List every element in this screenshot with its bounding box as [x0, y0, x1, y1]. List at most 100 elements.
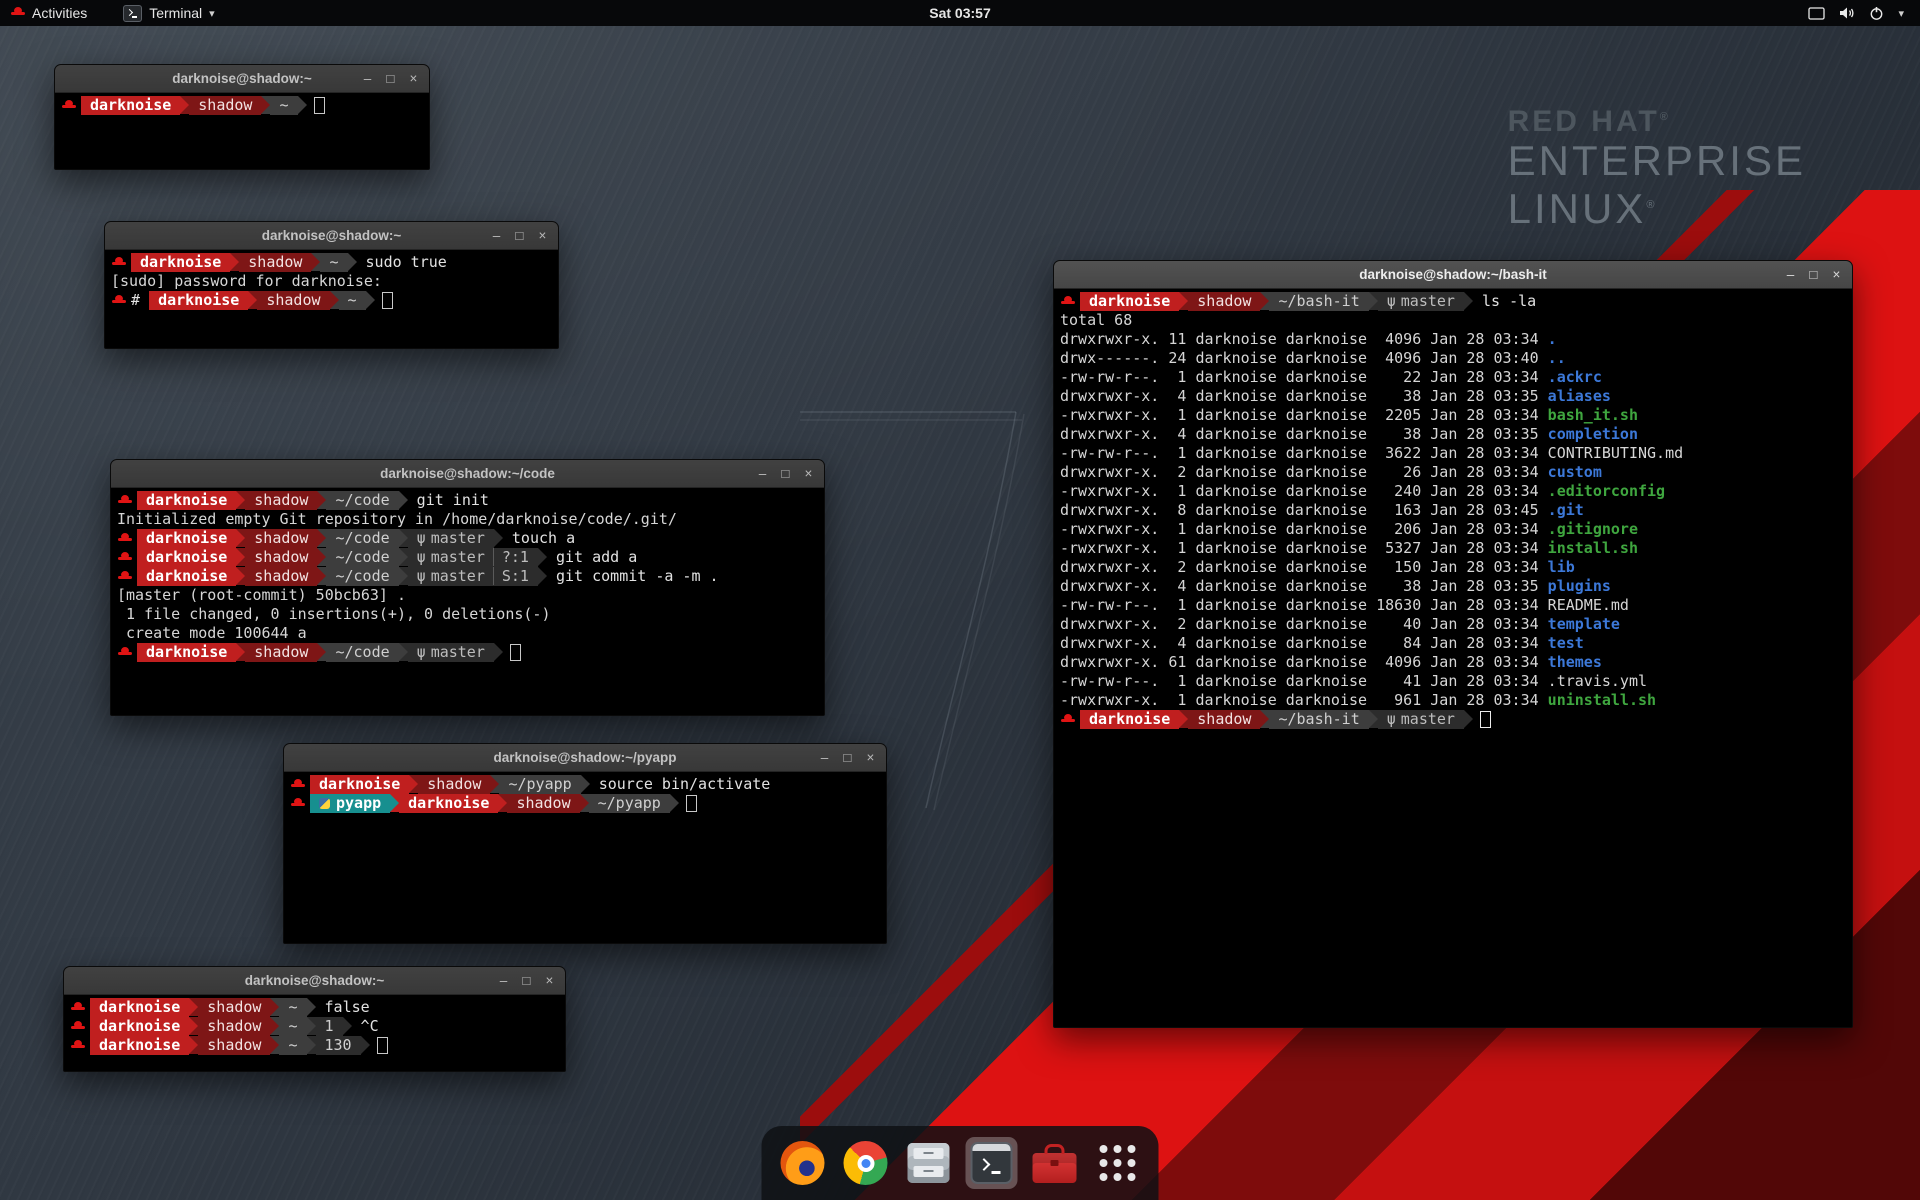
window-maximize-button[interactable]: □ [777, 465, 794, 482]
ls-meta: drwxrwxr-x. 8 darknoise darknoise 163 Ja… [1060, 501, 1548, 519]
powerline-arrow-icon [270, 1036, 279, 1054]
prompt-segment-code: 130 [316, 1036, 361, 1055]
ls-output-line: drwx------. 24 darknoise darknoise 4096 … [1060, 349, 1846, 368]
terminal-cursor [314, 97, 325, 114]
redhat-prompt-icon [290, 775, 306, 794]
window-title: darknoise@shadow:~ [262, 228, 402, 243]
prompt-segment-path: ~ [339, 291, 366, 310]
python-icon [319, 798, 330, 809]
terminal-cursor [1480, 711, 1491, 728]
window-titlebar[interactable]: darknoise@shadow:~ –□ × [105, 222, 558, 250]
powerline-arrow-icon [490, 775, 499, 793]
window-close-button[interactable]: × [405, 70, 422, 87]
toolbox-icon [1033, 1153, 1077, 1183]
terminal-prompt-line: darknoiseshadow~/code git init [117, 491, 818, 510]
prompt-segment-path: ~ [270, 96, 297, 115]
window-close-button[interactable]: × [862, 749, 879, 766]
window-maximize-button[interactable]: □ [511, 227, 528, 244]
terminal-window: darknoise@shadow:~/code–□×darknoiseshado… [110, 459, 825, 716]
terminal-window: darknoise@shadow:~ –□ × darknoiseshadow~ su… [104, 221, 559, 349]
window-controls: –□ × [754, 460, 817, 487]
powerline-arrow-icon [581, 775, 590, 793]
powerline-arrow-icon [189, 1017, 198, 1035]
prompt-segment-code: 1 [316, 1017, 343, 1036]
window-close-button[interactable]: × [1828, 266, 1845, 283]
window-titlebar[interactable]: darknoise@shadow:~–□× [55, 65, 429, 93]
activities-button[interactable]: Activities [10, 0, 87, 26]
window-titlebar[interactable]: darknoise@shadow:~/code–□× [111, 460, 824, 488]
ls-output-line: -rw-rw-r--. 1 darknoise darknoise 22 Jan… [1060, 368, 1846, 387]
dock-item-app-grid[interactable] [1092, 1137, 1144, 1189]
terminal-content[interactable]: darknoiseshadow~ [55, 93, 429, 118]
command-text: ls -la [1473, 292, 1536, 310]
powerline-arrow-icon [307, 998, 316, 1016]
command-text: false [316, 998, 370, 1016]
powerline-arrow-icon [189, 1036, 198, 1054]
ls-filename: themes [1548, 653, 1602, 671]
terminal-prompt-line: darknoiseshadow~ false [70, 998, 559, 1017]
redhat-prompt-icon [117, 567, 133, 586]
window-titlebar[interactable]: darknoise@shadow:~/bash-it–□× [1054, 261, 1852, 289]
power-icon [1869, 6, 1884, 21]
ls-filename: aliases [1548, 387, 1611, 405]
window-controls: –□ × [359, 65, 422, 92]
ls-meta: drwxrwxr-x. 4 darknoise darknoise 84 Jan… [1060, 634, 1548, 652]
terminal-content[interactable]: darknoiseshadow~/code git initInitialize… [111, 488, 824, 665]
git-branch-icon [417, 643, 426, 662]
ls-output-line: drwxrwxr-x. 2 darknoise darknoise 40 Jan… [1060, 615, 1846, 634]
firefox-icon [781, 1141, 825, 1185]
powerline-arrow-icon [317, 548, 326, 566]
window-minimize-button[interactable]: – [1782, 266, 1799, 283]
terminal-content[interactable]: darknoiseshadow~ falsedarknoiseshadow~1 … [64, 995, 565, 1058]
prompt-segment-user: darknoise [399, 794, 498, 813]
ls-filename: CONTRIBUTING.md [1548, 444, 1683, 462]
clock[interactable]: Sat 03:57 [929, 5, 990, 21]
terminal-output-line: [master (root-commit) 50bcb63] . [117, 586, 818, 605]
dock-item-chrome[interactable] [840, 1137, 892, 1189]
redhat-logo-icon [10, 5, 25, 21]
powerline-arrow-icon [399, 548, 408, 566]
window-titlebar[interactable]: darknoise@shadow:~/pyapp–□× [284, 744, 886, 772]
prompt-segment-path: ~/pyapp [589, 794, 670, 813]
window-minimize-button[interactable]: – [754, 465, 771, 482]
terminal-content[interactable]: darknoiseshadow~ sudo true[sudo] passwor… [105, 250, 558, 313]
window-maximize-button[interactable]: □ [518, 972, 535, 989]
window-maximize-button[interactable]: □ [382, 70, 399, 87]
toolbox-handle [1045, 1144, 1065, 1154]
window-minimize-button[interactable]: – [359, 70, 376, 87]
terminal-content[interactable]: darknoiseshadow~/pyapp source bin/activa… [284, 772, 886, 816]
dock-item-firefox[interactable] [777, 1137, 829, 1189]
git-branch-icon [417, 567, 426, 586]
dock-item-terminal[interactable] [966, 1137, 1018, 1189]
dock [762, 1126, 1159, 1200]
window-titlebar[interactable]: darknoise@shadow:~–□× [64, 967, 565, 995]
prompt-segment-host: shadow [1188, 292, 1260, 311]
terminal-content[interactable]: darknoiseshadow~/bash-itmaster ls -latot… [1054, 289, 1852, 732]
ls-meta: -rwxrwxr-x. 1 darknoise darknoise 2205 J… [1060, 406, 1548, 424]
window-maximize-button[interactable]: □ [839, 749, 856, 766]
ls-output-line: drwxrwxr-x. 61 darknoise darknoise 4096 … [1060, 653, 1846, 672]
terminal-prompt-line: darknoiseshadow~ sudo true [111, 253, 552, 272]
window-close-button[interactable]: × [534, 227, 551, 244]
ls-filename: template [1548, 615, 1620, 633]
window-minimize-button[interactable]: – [495, 972, 512, 989]
prompt-segment-git: master?:1 [408, 548, 538, 567]
ls-filename: .travis.yml [1548, 672, 1647, 690]
ls-filename: README.md [1548, 596, 1629, 614]
window-minimize-button[interactable]: – [816, 749, 833, 766]
window-minimize-button[interactable]: – [488, 227, 505, 244]
screen-icon [1808, 7, 1825, 20]
dock-item-files[interactable] [903, 1137, 955, 1189]
terminal-window: darknoise@shadow:~/pyapp–□×darknoiseshad… [283, 743, 887, 944]
window-close-button[interactable]: × [541, 972, 558, 989]
redhat-prompt-icon [61, 96, 77, 115]
powerline-arrow-icon [189, 998, 198, 1016]
window-maximize-button[interactable]: □ [1805, 266, 1822, 283]
app-menu-terminal[interactable]: Terminal ▾ [123, 0, 214, 26]
dock-item-toolbox[interactable] [1029, 1137, 1081, 1189]
git-branch-icon [417, 548, 426, 567]
window-close-button[interactable]: × [800, 465, 817, 482]
system-status-area[interactable]: ▾ [1808, 6, 1920, 21]
chevron-down-icon: ▾ [209, 7, 215, 20]
powerline-arrow-icon [670, 794, 679, 812]
